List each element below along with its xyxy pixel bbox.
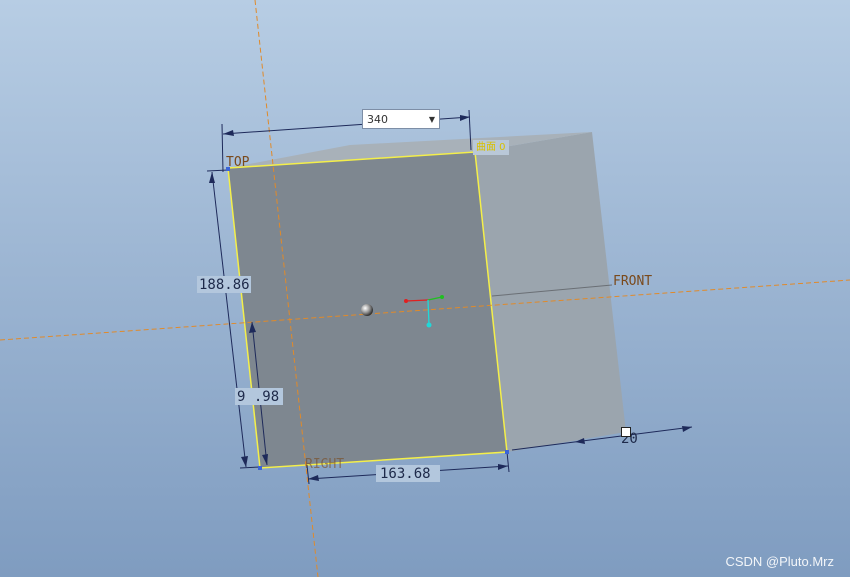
selection-square-handle[interactable] xyxy=(621,427,631,437)
vertex-marker[interactable] xyxy=(226,167,230,171)
model-scene[interactable]: 188.86 9 .98 163.68 20 TOP FRONT RIGHT xyxy=(0,0,850,577)
dimension-value-input[interactable]: 340 ▼ xyxy=(362,109,440,129)
dimension-partial-height-text: 9 .98 xyxy=(237,389,279,405)
dropdown-arrow-icon[interactable]: ▼ xyxy=(429,115,435,124)
vertex-marker[interactable] xyxy=(505,450,509,454)
model-viewport[interactable]: 188.86 9 .98 163.68 20 TOP FRONT RIGHT 3… xyxy=(0,0,850,577)
drag-handle-sphere[interactable] xyxy=(361,304,373,316)
dimension-value-text: 340 xyxy=(367,112,388,126)
datum-label-right[interactable]: RIGHT xyxy=(305,457,344,472)
watermark: CSDN @Pluto.Mrz xyxy=(725,554,834,569)
dimension-height-text: 188.86 xyxy=(199,277,250,293)
datum-label-front[interactable]: FRONT xyxy=(613,274,652,289)
dimension-width-text: 163.68 xyxy=(380,466,431,482)
vertex-marker[interactable] xyxy=(258,466,262,470)
face-tag[interactable]: 曲面 0 xyxy=(473,140,509,155)
